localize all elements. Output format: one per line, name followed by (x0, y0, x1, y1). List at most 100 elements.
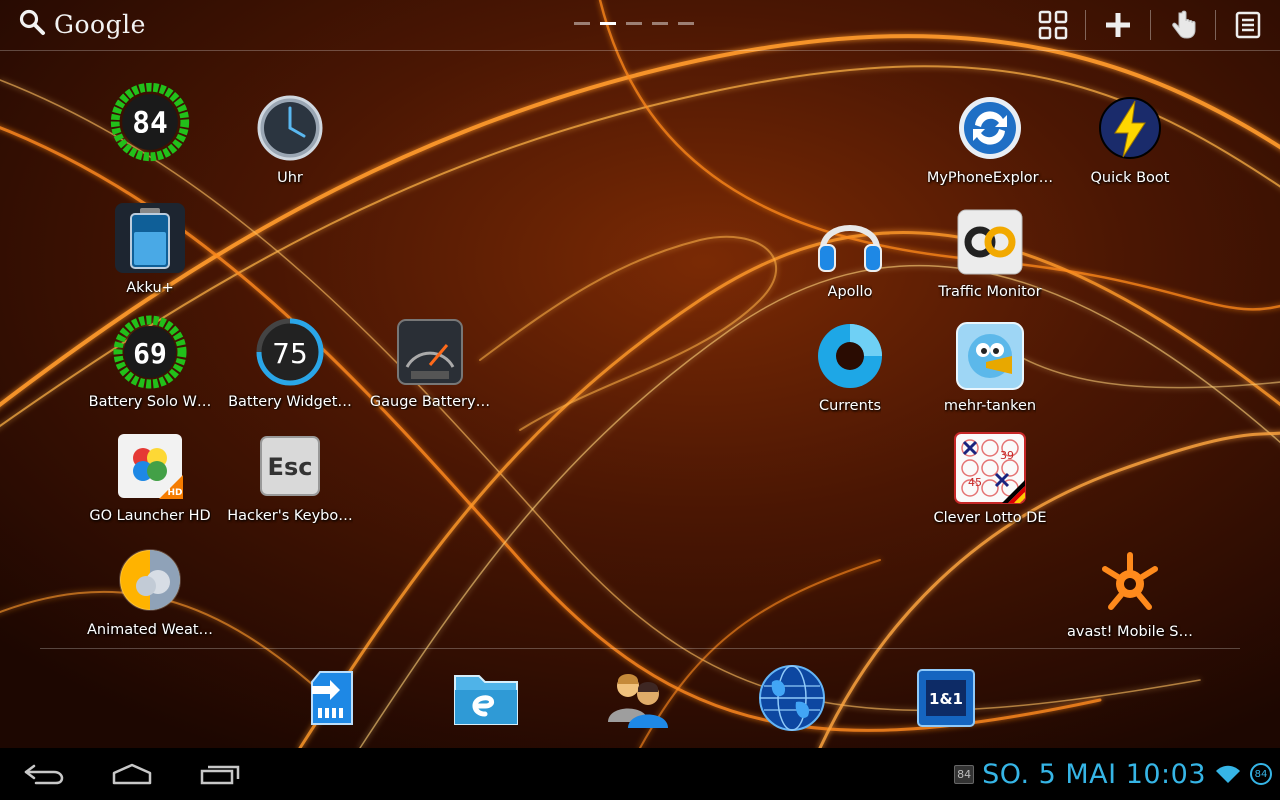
top-bar: Google (0, 0, 1280, 51)
lightning-icon (1090, 88, 1170, 168)
dock-contacts[interactable] (598, 660, 678, 736)
battery-level-icon: 84 (1250, 763, 1272, 785)
battery-widget-value: 75 (272, 337, 308, 370)
battery-mini-indicator: 84 (954, 764, 975, 784)
app-battery-widget[interactable]: 75 Battery Widget… (220, 312, 360, 410)
app-battery-solo-widget[interactable]: 69 Battery Solo W… (80, 312, 220, 410)
dock-one-and-one[interactable]: 1&1 (906, 660, 986, 736)
menu-button[interactable] (1216, 0, 1280, 50)
battery-level-text: 84 (1254, 768, 1268, 780)
app-currents[interactable]: Currents (780, 316, 920, 414)
app-uhr[interactable]: Uhr (220, 88, 360, 186)
touch-gesture-icon (1172, 10, 1196, 39)
battery-gauge-icon: 84 (110, 82, 190, 162)
page-dot-4[interactable] (652, 22, 668, 25)
apps-grid-icon (1038, 10, 1068, 40)
top-actions (1021, 0, 1280, 50)
app-avast-mobile-security[interactable]: avast! Mobile S… (1060, 542, 1200, 640)
dock-divider (40, 648, 1240, 649)
app-hackers-keyboard[interactable]: Esc Hacker's Keybo… (220, 426, 360, 524)
app-quick-boot[interactable]: Quick Boot (1060, 88, 1200, 186)
recent-apps-button[interactable] (188, 752, 252, 796)
app-label: Animated Weat… (86, 622, 214, 638)
app-label: Battery Widget… (228, 394, 352, 410)
page-indicator (574, 22, 694, 25)
add-icon (1106, 13, 1130, 37)
avast-icon (1090, 542, 1170, 622)
clock-icon (250, 88, 330, 168)
lotto-number-2: 45 (968, 476, 982, 489)
contacts-icon (608, 674, 668, 728)
app-mehr-tanken[interactable]: mehr-tanken (920, 316, 1060, 414)
dock-browser[interactable] (752, 660, 832, 736)
back-icon (24, 764, 64, 785)
search-icon (18, 8, 46, 40)
gesture-button[interactable] (1151, 0, 1215, 50)
app-myphoneexplorer[interactable]: MyPhoneExplor… (920, 88, 1060, 186)
app-akku[interactable]: Akku+ (80, 198, 220, 296)
battery-solo-value: 69 (133, 337, 167, 370)
esc-key-text: Esc (268, 453, 313, 481)
app-label: Akku+ (126, 280, 174, 296)
sd-card-transfer-icon (311, 671, 353, 725)
menu-icon (1235, 11, 1261, 39)
add-button[interactable] (1086, 0, 1150, 50)
app-label: avast! Mobile S… (1067, 624, 1193, 640)
google-search-button[interactable]: Google (18, 6, 146, 42)
lotto-number-1: 39 (1000, 449, 1014, 462)
app-label: GO Launcher HD (89, 508, 211, 524)
battery-gauge-icon: 69 (110, 312, 190, 392)
recent-apps-icon (200, 765, 240, 785)
infinity-icon (950, 202, 1030, 282)
wifi-icon (1216, 765, 1240, 783)
system-bar: 84 SO. 5 MAI 10:03 84 (0, 748, 1280, 800)
headphones-icon (810, 202, 890, 282)
app-label: Traffic Monitor (938, 284, 1042, 300)
page-dot-1[interactable] (574, 22, 590, 25)
back-button[interactable] (12, 752, 76, 796)
app-label: Quick Boot (1090, 170, 1170, 186)
one-and-one-text: 1&1 (929, 690, 963, 708)
status-area[interactable]: 84 SO. 5 MAI 10:03 84 (954, 748, 1272, 800)
app-label: Battery Solo W… (88, 394, 212, 410)
browser-globe-icon (759, 665, 825, 731)
dock-sd-card-transfer[interactable] (292, 660, 372, 736)
clock: SO. 5 MAI 10:03 (982, 758, 1206, 790)
app-clever-lotto[interactable]: 39 45 Clever Lotto DE (920, 428, 1060, 526)
google-search-label: Google (54, 9, 146, 39)
battery-84-value: 84 (132, 105, 168, 139)
app-battery-84-widget[interactable]: 84 (80, 82, 220, 162)
sync-icon (950, 88, 1030, 168)
page-dot-3[interactable] (626, 22, 642, 25)
app-label: Clever Lotto DE (933, 510, 1047, 526)
app-go-launcher-hd[interactable]: HD GO Launcher HD (80, 426, 220, 524)
hd-badge: HD (167, 488, 182, 498)
lotto-ticket-icon: 39 45 (950, 428, 1030, 508)
app-label: mehr-tanken (943, 398, 1037, 414)
home-button[interactable] (100, 752, 164, 796)
keyboard-key-icon: Esc (250, 426, 330, 506)
all-apps-button[interactable] (1021, 0, 1085, 50)
app-animated-weather[interactable]: Animated Weat… (80, 540, 220, 638)
app-label: Hacker's Keybo… (227, 508, 353, 524)
dock-file-explorer[interactable] (446, 660, 526, 736)
gauge-icon (390, 312, 470, 392)
clover-icon: HD (110, 426, 190, 506)
currents-ring-icon (810, 316, 890, 396)
file-explorer-icon (454, 675, 518, 725)
app-gauge-battery[interactable]: Gauge Battery… (360, 312, 500, 410)
mascot-icon (950, 316, 1030, 396)
weather-icon (110, 540, 190, 620)
app-label: Currents (818, 398, 881, 414)
home-icon (112, 763, 152, 785)
one-and-one-icon: 1&1 (917, 669, 975, 727)
app-label: MyPhoneExplor… (926, 170, 1054, 186)
app-label: Gauge Battery… (369, 394, 491, 410)
battery-ring-icon: 75 (250, 312, 330, 392)
app-apollo[interactable]: Apollo (780, 202, 920, 300)
app-label: Apollo (827, 284, 873, 300)
app-label: Uhr (277, 170, 303, 186)
page-dot-5[interactable] (678, 22, 694, 25)
app-traffic-monitor[interactable]: Traffic Monitor (920, 202, 1060, 300)
page-dot-2-active[interactable] (600, 22, 616, 25)
